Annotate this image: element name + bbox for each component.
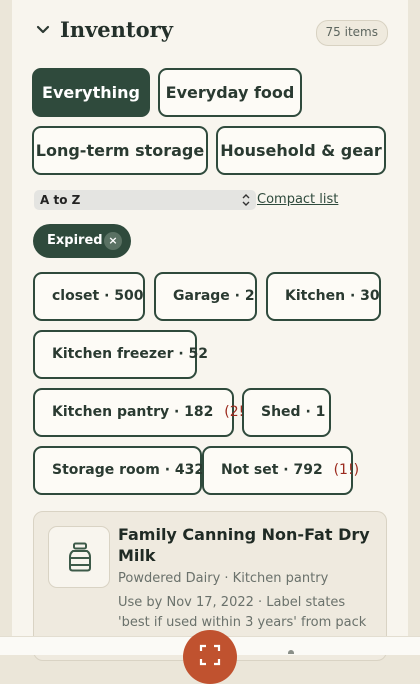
- location-label: closet · 500: [52, 288, 144, 304]
- inventory-header[interactable]: Inventory 75 items: [12, 14, 408, 52]
- location-label: Storage room · 432: [52, 462, 205, 478]
- expired-warning-badge: (1!): [333, 462, 360, 478]
- page-title: Inventory: [60, 17, 173, 42]
- item-thumbnail: [48, 526, 110, 588]
- active-filter-expired: Expired ×: [33, 224, 131, 258]
- location-label: Garage · 2: [173, 288, 255, 304]
- category-label: Household & gear: [220, 141, 382, 160]
- location-kitchen[interactable]: Kitchen · 30: [266, 272, 381, 321]
- item-title: Family Canning Non-Fat Dry Milk: [118, 525, 370, 565]
- category-long-term-storage[interactable]: Long-term storage: [32, 126, 208, 175]
- category-label: Everything: [42, 83, 140, 102]
- inventory-panel: Inventory 75 items Everything Everyday f…: [12, 0, 408, 661]
- nav-item[interactable]: [288, 650, 294, 654]
- location-garage[interactable]: Garage · 2: [154, 272, 257, 321]
- scan-icon: [199, 644, 221, 666]
- category-label: Long-term storage: [35, 141, 205, 160]
- location-shed[interactable]: Shed · 1: [242, 388, 331, 437]
- location-label: Kitchen · 30: [285, 288, 380, 304]
- scan-button[interactable]: [183, 630, 237, 684]
- location-kitchen-pantry[interactable]: Kitchen pantry · 182 (2!): [33, 388, 250, 437]
- sort-value: A to Z: [40, 193, 81, 207]
- close-icon[interactable]: ×: [104, 232, 122, 250]
- location-label: Not set · 792: [221, 462, 323, 478]
- category-household-gear[interactable]: Household & gear: [216, 126, 386, 175]
- filter-label: Expired: [47, 233, 103, 248]
- category-everyday-food[interactable]: Everyday food: [158, 68, 302, 117]
- sort-select[interactable]: A to Z: [34, 190, 256, 210]
- location-storage-room[interactable]: Storage room · 432: [33, 446, 205, 495]
- category-everything[interactable]: Everything: [32, 68, 150, 117]
- location-closet[interactable]: closet · 500: [33, 272, 145, 321]
- item-subtitle: Powdered Dairy · Kitchen pantry: [118, 571, 329, 586]
- location-kitchen-freezer[interactable]: Kitchen freezer · 52: [33, 330, 208, 379]
- chevron-down-icon[interactable]: [36, 24, 50, 36]
- location-not-set[interactable]: Not set · 792 (1!): [202, 446, 359, 495]
- location-label: Shed · 1: [261, 404, 326, 420]
- select-arrows-icon: [242, 194, 250, 206]
- compact-list-link[interactable]: Compact list: [257, 192, 338, 207]
- jar-icon: [69, 542, 91, 572]
- category-label: Everyday food: [165, 83, 295, 102]
- location-label: Kitchen freezer · 52: [52, 346, 209, 362]
- location-label: Kitchen pantry · 182: [52, 404, 214, 420]
- item-count-badge: 75 items: [315, 20, 388, 46]
